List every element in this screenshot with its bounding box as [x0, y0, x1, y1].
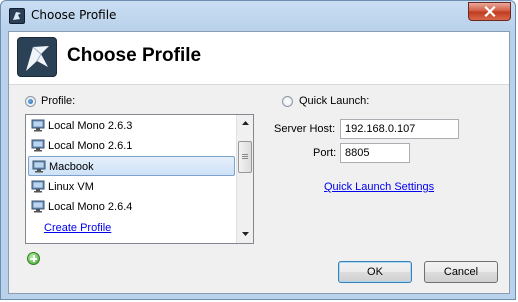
scroll-down-button[interactable]	[237, 226, 253, 242]
choose-profile-window: Choose Profile Choose Profile Profile: L	[0, 0, 516, 300]
list-scrollbar[interactable]	[236, 115, 253, 243]
port-label: Port:	[313, 147, 337, 159]
ok-button[interactable]: OK	[338, 261, 412, 283]
dialog-header: Choose Profile	[9, 32, 509, 85]
list-item-label: Local Mono 2.6.4	[48, 201, 133, 213]
title-bar[interactable]: Choose Profile	[1, 1, 517, 31]
page-title: Choose Profile	[67, 45, 202, 66]
list-item[interactable]: Linux VM	[28, 177, 235, 197]
list-item-label: Macbook	[49, 161, 94, 173]
quick-launch-radio[interactable]	[282, 96, 293, 107]
profile-app-icon	[9, 8, 25, 24]
monitor-icon	[32, 160, 46, 173]
list-item-label: Local Mono 2.6.3	[48, 120, 133, 132]
scroll-up-button[interactable]	[237, 115, 253, 131]
close-button[interactable]	[468, 2, 511, 21]
monitor-icon	[31, 200, 45, 213]
quick-launch-radio-label[interactable]: Quick Launch:	[299, 95, 369, 107]
quick-launch-settings-link[interactable]: Quick Launch Settings	[324, 181, 434, 193]
server-host-label: Server Host:	[274, 123, 336, 135]
list-item-label: Local Mono 2.6.1	[48, 140, 133, 152]
monitor-icon	[31, 180, 45, 193]
cancel-button[interactable]: Cancel	[424, 261, 498, 283]
create-profile-link[interactable]: Create Profile	[44, 222, 111, 234]
monitor-icon	[31, 119, 45, 132]
list-item[interactable]: Macbook	[28, 156, 235, 176]
list-item[interactable]: Local Mono 2.6.3	[28, 116, 235, 136]
server-host-input[interactable]: 192.168.0.107	[340, 119, 459, 139]
profile-radio[interactable]	[25, 96, 36, 107]
scroll-thumb[interactable]	[238, 141, 252, 173]
list-item-label: Linux VM	[48, 181, 94, 193]
close-icon	[483, 6, 496, 17]
profile-radio-label[interactable]: Profile:	[41, 95, 75, 107]
window-title: Choose Profile	[31, 8, 117, 22]
chevron-down-icon	[241, 232, 249, 236]
list-item[interactable]: Local Mono 2.6.1	[28, 136, 235, 156]
port-input[interactable]: 8805	[340, 143, 410, 163]
chevron-up-icon	[241, 121, 249, 125]
list-item[interactable]: Local Mono 2.6.4	[28, 197, 235, 217]
profile-app-logo	[17, 37, 57, 77]
add-icon[interactable]	[27, 252, 40, 265]
monitor-icon	[31, 139, 45, 152]
dialog-body: Choose Profile Profile: Local Mono 2.6.3…	[8, 31, 510, 294]
